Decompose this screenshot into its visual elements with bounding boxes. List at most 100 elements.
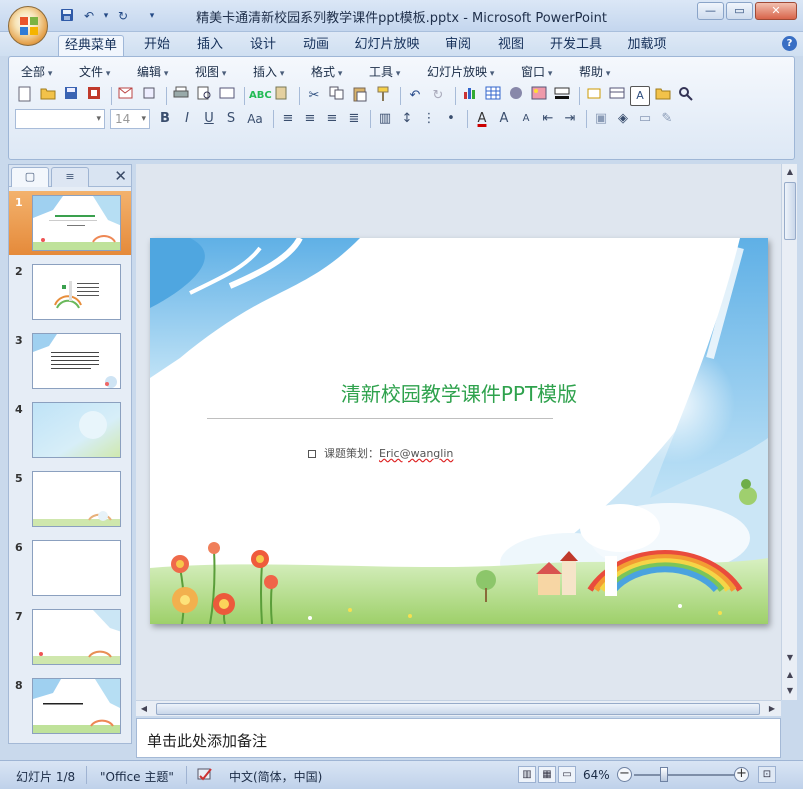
- zoom-out-icon[interactable]: −: [617, 767, 632, 782]
- decrease-font-icon[interactable]: A: [516, 109, 536, 129]
- arrange-icon[interactable]: ▣: [591, 109, 611, 129]
- tab-slides[interactable]: ▢: [11, 167, 49, 187]
- bullets-icon[interactable]: •: [441, 109, 461, 129]
- scroll-down-icon[interactable]: ▼: [782, 650, 798, 666]
- zoom-slider[interactable]: [634, 774, 736, 776]
- menu-edit[interactable]: 编辑: [133, 63, 191, 80]
- slide-title[interactable]: 清新校园教学课件PPT模版: [150, 378, 768, 407]
- decrease-indent-icon[interactable]: ⇤: [538, 109, 558, 129]
- menu-tools[interactable]: 工具: [365, 63, 423, 80]
- menu-help[interactable]: 帮助: [575, 63, 633, 80]
- bold-icon[interactable]: B: [155, 109, 175, 129]
- tab-home[interactable]: 开始: [136, 35, 178, 56]
- slide-thumbnail-5[interactable]: 5: [9, 467, 131, 531]
- save-icon[interactable]: [58, 8, 76, 24]
- notes-placeholder[interactable]: 单击此处添加备注: [147, 730, 267, 751]
- fit-to-window-icon[interactable]: ⊡: [758, 766, 776, 783]
- horizontal-scrollbar[interactable]: ◀ ▶: [136, 700, 781, 716]
- increase-font-icon[interactable]: A: [494, 109, 514, 129]
- slide-thumbnail-8[interactable]: 8: [9, 674, 131, 738]
- tab-review[interactable]: 审阅: [437, 35, 479, 56]
- align-left-icon[interactable]: ≡: [278, 109, 298, 129]
- customize-qat-icon[interactable]: ▾: [146, 8, 158, 24]
- redo-icon[interactable]: ↻: [428, 86, 448, 106]
- new-document-icon[interactable]: [15, 86, 35, 106]
- slide-sorter-icon[interactable]: ▦: [538, 766, 556, 783]
- text-box-icon[interactable]: A: [630, 86, 650, 106]
- attach-icon[interactable]: [139, 86, 159, 106]
- permission-icon[interactable]: [84, 86, 104, 106]
- menu-window[interactable]: 窗口: [517, 63, 575, 80]
- previous-slide-icon[interactable]: ▲: [782, 667, 798, 683]
- restore-button[interactable]: ▭: [726, 2, 753, 20]
- slide-thumbnail-3[interactable]: 3: [9, 329, 131, 393]
- undo-icon[interactable]: ↶: [405, 86, 425, 106]
- edit-icon[interactable]: ✎: [657, 109, 677, 129]
- slide-thumbnail-6[interactable]: 6: [9, 536, 131, 600]
- spelling-icon[interactable]: ABC: [249, 86, 272, 106]
- insert-table-icon[interactable]: [483, 86, 503, 106]
- menu-file[interactable]: 文件: [75, 63, 133, 80]
- close-icon[interactable]: ✕: [114, 167, 127, 185]
- align-right-icon[interactable]: ≡: [322, 109, 342, 129]
- cut-icon[interactable]: ✂: [304, 86, 324, 106]
- tab-addins[interactable]: 加载项: [620, 35, 674, 56]
- undo-icon[interactable]: ↶: [80, 8, 98, 24]
- new-slide-icon[interactable]: [584, 86, 604, 106]
- scroll-up-icon[interactable]: ▲: [782, 164, 798, 180]
- font-size-combo[interactable]: 14: [110, 109, 150, 129]
- shapes-icon[interactable]: ◈: [613, 109, 633, 129]
- vertical-scrollbar[interactable]: ▲ ▼ ▲ ▼: [781, 164, 797, 700]
- insert-clipart-icon[interactable]: [506, 86, 526, 106]
- close-button[interactable]: ✕: [755, 2, 797, 20]
- line-spacing-icon[interactable]: ↕: [397, 109, 417, 129]
- notes-pane[interactable]: 单击此处添加备注: [136, 718, 781, 758]
- slide-layout-icon[interactable]: [217, 86, 237, 106]
- menu-view[interactable]: 视图: [191, 63, 249, 80]
- zoom-in-icon[interactable]: +: [734, 767, 749, 782]
- zoom-slider-handle[interactable]: [660, 767, 668, 782]
- tab-outline[interactable]: ≡: [51, 167, 89, 187]
- menu-all[interactable]: 全部: [17, 63, 75, 80]
- office-button[interactable]: [8, 6, 48, 46]
- underline-icon[interactable]: U: [199, 109, 219, 129]
- minimize-button[interactable]: —: [697, 2, 724, 20]
- language-indicator[interactable]: 中文(简体，中国): [229, 768, 322, 785]
- print-icon[interactable]: [171, 86, 191, 106]
- layout-icon[interactable]: [607, 86, 627, 106]
- redo-icon[interactable]: ↻: [114, 8, 132, 24]
- slideshow-view-icon[interactable]: ▭: [558, 766, 576, 783]
- tab-slideshow[interactable]: 幻灯片放映: [348, 35, 426, 56]
- shadow-icon[interactable]: S: [221, 109, 241, 129]
- increase-indent-icon[interactable]: ⇥: [560, 109, 580, 129]
- menu-format[interactable]: 格式: [307, 63, 365, 80]
- tab-developer[interactable]: 开发工具: [543, 35, 609, 56]
- zoom-level[interactable]: 64%: [583, 768, 610, 782]
- undo-dropdown-icon[interactable]: ▾: [102, 8, 110, 24]
- save-icon[interactable]: [61, 86, 81, 106]
- copy-icon[interactable]: [327, 86, 347, 106]
- insert-picture-icon[interactable]: [529, 86, 549, 106]
- tab-classic-menu[interactable]: 经典菜单: [58, 35, 124, 56]
- tab-animations[interactable]: 动画: [295, 35, 337, 56]
- slide-subtitle[interactable]: 课题策划：Eric@wanglin: [308, 445, 453, 461]
- tab-design[interactable]: 设计: [242, 35, 284, 56]
- scroll-thumb[interactable]: [156, 703, 760, 715]
- scroll-thumb[interactable]: [784, 182, 796, 240]
- italic-icon[interactable]: I: [177, 109, 197, 129]
- menu-slideshow[interactable]: 幻灯片放映: [423, 63, 517, 80]
- slide-thumbnail-7[interactable]: 7: [9, 605, 131, 669]
- menu-insert[interactable]: 插入: [249, 63, 307, 80]
- format-painter-icon[interactable]: [373, 86, 393, 106]
- columns-icon[interactable]: ▥: [375, 109, 395, 129]
- next-slide-icon[interactable]: ▼: [782, 683, 798, 699]
- slide-thumbnail-4[interactable]: 4: [9, 398, 131, 462]
- scroll-right-icon[interactable]: ▶: [764, 701, 780, 717]
- open-folder-icon[interactable]: [38, 86, 58, 106]
- email-icon[interactable]: [116, 86, 136, 106]
- scroll-left-icon[interactable]: ◀: [136, 701, 152, 717]
- theme-name[interactable]: "Office 主题": [100, 768, 174, 785]
- tab-insert[interactable]: 插入: [189, 35, 231, 56]
- slide-thumbnail-1[interactable]: 1: [9, 191, 131, 255]
- font-name-combo[interactable]: [15, 109, 105, 129]
